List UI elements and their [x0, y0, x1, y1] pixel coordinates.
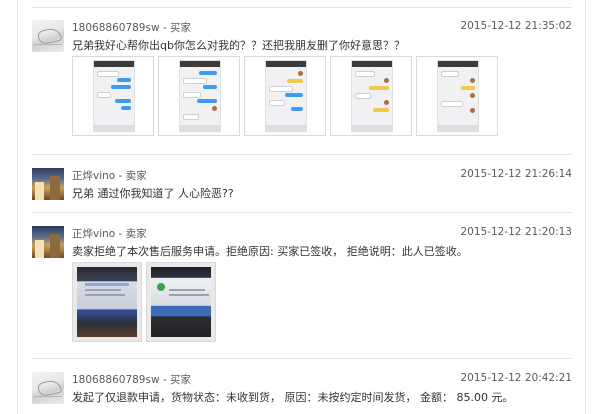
comment-username[interactable]: 18068860789sw - 买家: [72, 20, 191, 35]
attachment-list: [72, 262, 216, 342]
comment-timestamp: 2015-12-12 21:26:14: [460, 168, 572, 180]
comment-username[interactable]: 18068860789sw - 买家: [72, 372, 191, 387]
comment-header: 正烨vino - 卖家 2015-12-12 21:26:14: [72, 168, 572, 182]
comment-item: 18068860789sw - 买家 2015-12-12 20:42:21 发…: [32, 372, 572, 412]
buyer-avatar[interactable]: [32, 20, 64, 52]
buyer-avatar[interactable]: [32, 372, 64, 404]
comment-text: 卖家拒绝了本次售后服务申请。拒绝原因: 买家已签收， 拒绝说明：此人已签收。: [72, 245, 468, 258]
chat-screenshot-thumbnail[interactable]: [330, 56, 412, 136]
comment-header: 18068860789sw - 买家 2015-12-12 21:35:02: [72, 20, 572, 34]
monitor-photo-thumbnail[interactable]: [72, 262, 142, 342]
attachment-list: [72, 56, 498, 136]
comment-text: 兄弟 通过你我知道了 人心险恶??: [72, 187, 234, 200]
divider: [32, 154, 572, 155]
comment-username[interactable]: 正烨vino - 卖家: [72, 168, 147, 183]
chat-screenshot-thumbnail[interactable]: [244, 56, 326, 136]
comment-item: 18068860789sw - 买家 2015-12-12 21:35:02 兄…: [32, 20, 572, 144]
seller-avatar[interactable]: [32, 226, 64, 258]
comment-timestamp: 2015-12-12 20:42:21: [460, 372, 572, 384]
chat-screenshot-thumbnail[interactable]: [416, 56, 498, 136]
comment-text: 发起了仅退款申请，货物状态：未收到货， 原因：未按约定时间发货， 金额： 85.…: [72, 391, 514, 404]
comment-header: 18068860789sw - 买家 2015-12-12 20:42:21: [72, 372, 572, 386]
comment-item: 正烨vino - 卖家 2015-12-12 21:26:14 兄弟 通过你我知…: [32, 168, 572, 204]
comment-timestamp: 2015-12-12 21:20:13: [460, 226, 572, 238]
comment-item: 正烨vino - 卖家 2015-12-12 21:20:13 卖家拒绝了本次售…: [32, 226, 572, 346]
comment-timestamp: 2015-12-12 21:35:02: [460, 20, 572, 32]
monitor-photo-thumbnail[interactable]: [146, 262, 216, 342]
seller-avatar[interactable]: [32, 168, 64, 200]
comment-text: 兄弟我好心帮你出qb你怎么对我的？？还把我朋友删了你好意思？？: [72, 39, 405, 52]
chat-screenshot-thumbnail[interactable]: [72, 56, 154, 136]
comment-header: 正烨vino - 卖家 2015-12-12 21:20:13: [72, 226, 572, 240]
divider: [32, 358, 572, 359]
divider: [32, 212, 572, 213]
chat-screenshot-thumbnail[interactable]: [158, 56, 240, 136]
divider: [32, 7, 572, 8]
comment-username[interactable]: 正烨vino - 卖家: [72, 226, 147, 241]
